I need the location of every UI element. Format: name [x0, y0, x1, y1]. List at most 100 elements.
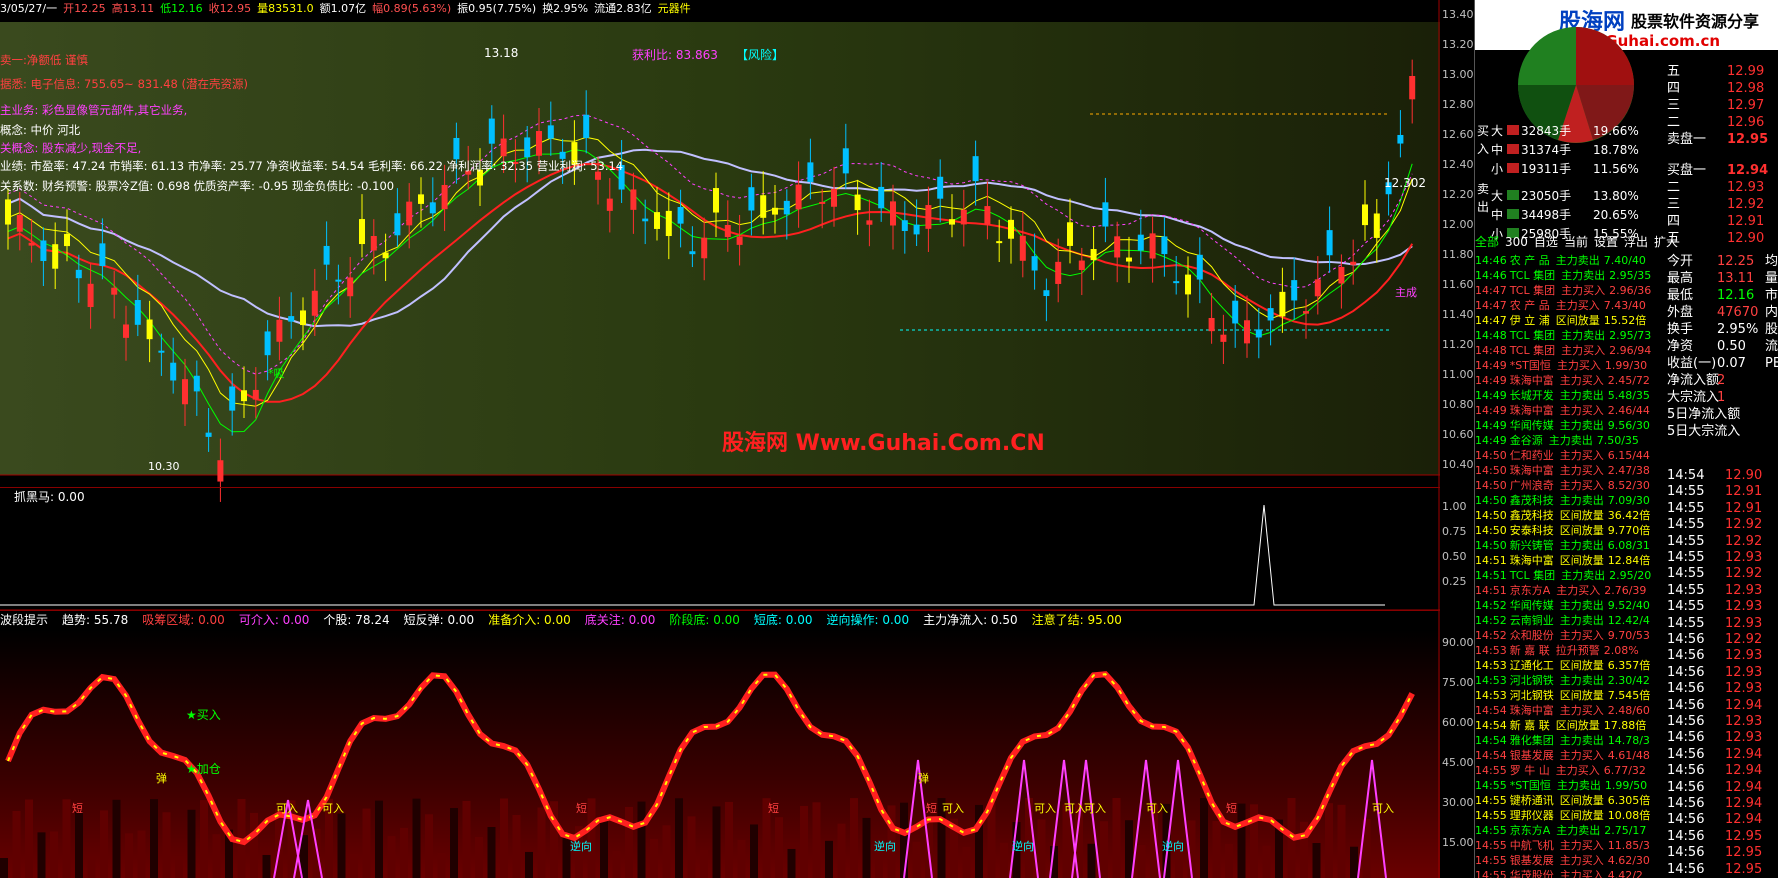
tick-row[interactable]: 14:55 理邦仪器 区间放量 10.08倍: [1475, 807, 1665, 822]
trade-price: 12.95: [1725, 828, 1763, 844]
trade-row[interactable]: 14:56 12.94: [1667, 747, 1778, 763]
trade-row[interactable]: 14:56 12.95: [1667, 829, 1778, 845]
tick-row[interactable]: 14:47 TCL 集团 主力买入 2.96/36: [1475, 282, 1665, 297]
tick-row[interactable]: 14:50 仁和药业 主力买入 6.15/44: [1475, 447, 1665, 462]
tab-2[interactable]: 自选: [1534, 235, 1558, 249]
tick-row[interactable]: 14:55 银基发展 主力买入 4.62/30: [1475, 852, 1665, 867]
volume-bar: [750, 824, 758, 878]
candle-body: [1291, 280, 1298, 301]
candle-body: [488, 118, 495, 144]
kline-chart-canvas[interactable]: [0, 0, 1440, 878]
candle-body: [52, 244, 59, 269]
tick-name: TCL 集团: [1509, 569, 1556, 582]
trade-row[interactable]: 14:56 12.92: [1667, 632, 1778, 648]
tick-row[interactable]: 14:50 新兴铸管 主力卖出 6.08/31: [1475, 537, 1665, 552]
tick-row[interactable]: 14:49 *ST国恒 主力买入 1.99/30: [1475, 357, 1665, 372]
tick-row[interactable]: 14:54 雅化集团 主力卖出 14.78/3: [1475, 732, 1665, 747]
tick-row[interactable]: 14:50 鑫茂科技 主力卖出 7.09/30: [1475, 492, 1665, 507]
tick-row[interactable]: 14:49 珠海中富 主力买入 2.46/44: [1475, 402, 1665, 417]
volume-bar: [800, 805, 808, 878]
tick-row[interactable]: 14:54 银基发展 主力买入 4.61/48: [1475, 747, 1665, 762]
tick-row[interactable]: 14:50 珠海中富 主力买入 2.47/38: [1475, 462, 1665, 477]
volume-bar: [537, 807, 546, 878]
trade-row[interactable]: 14:56 12.93: [1667, 648, 1778, 664]
tick-row[interactable]: 14:46 农 产 品主力卖出 7.40/40: [1475, 252, 1665, 267]
tick-row[interactable]: 14:52 华闻传媒 主力卖出 9.52/40: [1475, 597, 1665, 612]
trade-row[interactable]: 14:55 12.93: [1667, 583, 1778, 599]
tick-row[interactable]: 14:49 长城开发 主力卖出 5.48/35: [1475, 387, 1665, 402]
trade-row[interactable]: 14:55 12.91: [1667, 484, 1778, 500]
flow-row: 中 31374手 18.78%: [1491, 141, 1661, 158]
trade-row[interactable]: 14:56 12.94: [1667, 780, 1778, 796]
trade-row[interactable]: 14:56 12.94: [1667, 698, 1778, 714]
tick-row[interactable]: 14:48 TCL 集团 主力卖出 2.95/73: [1475, 327, 1665, 342]
tick-row[interactable]: 14:55 京东方A 主力卖出 2.75/17: [1475, 822, 1665, 837]
trade-row[interactable]: 14:54 12.90: [1667, 468, 1778, 484]
tick-row[interactable]: 14:53 新 嘉 联拉升预警 2.08%: [1475, 642, 1665, 657]
tick-row[interactable]: 14:49 金谷源 主力卖出 7.50/35: [1475, 432, 1665, 447]
candle-body: [288, 316, 295, 322]
volume-bar: [637, 801, 646, 878]
trade-row[interactable]: 14:56 12.93: [1667, 714, 1778, 730]
tick-row[interactable]: 14:55 *ST国恒 主力卖出 1.99/50: [1475, 777, 1665, 792]
tick-row[interactable]: 14:51 TCL 集团 主力卖出 2.95/20: [1475, 567, 1665, 582]
header-field: 换2.95%: [542, 2, 589, 15]
tick-row[interactable]: 14:51 珠海中富 区间放量 12.84倍: [1475, 552, 1665, 567]
tick-row[interactable]: 14:50 安泰科技 区间放量 9.770倍: [1475, 522, 1665, 537]
trade-row[interactable]: 14:56 12.93: [1667, 730, 1778, 746]
tick-row[interactable]: 14:51 京东方A 主力买入 2.76/39: [1475, 582, 1665, 597]
axis-tick: 12.00: [1442, 218, 1474, 231]
tab-5[interactable]: 浮出: [1624, 235, 1648, 249]
tick-row[interactable]: 14:49 珠海中富 主力买入 2.45/72: [1475, 372, 1665, 387]
trade-row[interactable]: 14:56 12.94: [1667, 796, 1778, 812]
tick-row[interactable]: 14:52 云南铜业 主力卖出 12.42/4: [1475, 612, 1665, 627]
tab-4[interactable]: 设置: [1594, 235, 1618, 249]
tick-row[interactable]: 14:55 中航飞机 主力买入 11.85/3: [1475, 837, 1665, 852]
tick-row[interactable]: 14:54 新 嘉 联区间放量 17.88倍: [1475, 717, 1665, 732]
tick-row[interactable]: 14:55 罗 牛 山主力买入 6.77/32: [1475, 762, 1665, 777]
candle-body: [795, 184, 802, 210]
tick-row[interactable]: 14:54 珠海中富 主力买入 2.48/60: [1475, 702, 1665, 717]
header-field: 3/05/27/一: [0, 2, 58, 15]
flow-pct: 20.65%: [1593, 208, 1639, 222]
tick-row[interactable]: 14:50 鑫茂科技 区间放量 36.42倍: [1475, 507, 1665, 522]
tab-1[interactable]: 300: [1505, 235, 1528, 249]
tick-row[interactable]: 14:52 众和股份 主力买入 9.70/53: [1475, 627, 1665, 642]
axis-tick: 12.40: [1442, 158, 1474, 171]
tick-time: 14:50: [1475, 539, 1507, 552]
tick-row[interactable]: 14:53 河北钢铁 区间放量 7.545倍: [1475, 687, 1665, 702]
tick-type: 主力卖出: [1556, 824, 1601, 837]
trade-row[interactable]: 14:56 12.94: [1667, 763, 1778, 779]
trade-row[interactable]: 14:56 12.93: [1667, 681, 1778, 697]
tab-0[interactable]: 全部: [1475, 235, 1499, 249]
trade-row[interactable]: 14:55 12.93: [1667, 616, 1778, 632]
candle-body: [323, 245, 330, 265]
tick-scroll-list[interactable]: 14:46 农 产 品主力卖出 7.40/40 14:46 TCL 集团 主力卖出 2.95…: [1475, 252, 1665, 878]
trade-row[interactable]: 14:56 12.95: [1667, 845, 1778, 861]
candle-body: [359, 219, 365, 245]
trade-row[interactable]: 14:56 12.94: [1667, 812, 1778, 828]
tick-row[interactable]: 14:50 广州浪奇 主力买入 8.52/30: [1475, 477, 1665, 492]
tick-row[interactable]: 14:47 伊 立 浦区间放量 15.52倍: [1475, 312, 1665, 327]
trade-row[interactable]: 14:55 12.93: [1667, 599, 1778, 615]
trade-row[interactable]: 14:55 12.91: [1667, 501, 1778, 517]
kline-chart-area[interactable]: 3/05/27/一 开12.25 高13.11 低12.16 收12.95 量83531.…: [0, 0, 1440, 878]
tick-row[interactable]: 14:53 河北钢铁 主力卖出 2.30/42: [1475, 672, 1665, 687]
trade-row[interactable]: 14:56 12.95: [1667, 862, 1778, 878]
volume-bar: [675, 798, 683, 878]
tick-row[interactable]: 14:49 华闻传媒 主力卖出 9.56/30: [1475, 417, 1665, 432]
tick-row[interactable]: 14:55 键桥通讯 区间放量 6.305倍: [1475, 792, 1665, 807]
trade-row[interactable]: 14:55 12.92: [1667, 534, 1778, 550]
info-line: 据悉: 电子信息: 755.65~ 831.48 (潜在壳资源): [0, 77, 248, 91]
tick-row[interactable]: 14:55 华茂股份 主力买入 4.42/2: [1475, 867, 1665, 878]
tick-row[interactable]: 14:48 TCL 集团 主力买入 2.96/94: [1475, 342, 1665, 357]
tick-row[interactable]: 14:47 农 产 品主力买入 7.43/40: [1475, 297, 1665, 312]
trade-row[interactable]: 14:55 12.92: [1667, 566, 1778, 582]
trade-row[interactable]: 14:55 12.93: [1667, 550, 1778, 566]
tab-3[interactable]: 当前: [1564, 235, 1588, 249]
tick-time: 14:50: [1475, 524, 1507, 537]
tick-row[interactable]: 14:46 TCL 集团 主力卖出 2.95/35: [1475, 267, 1665, 282]
tick-row[interactable]: 14:53 辽通化工 区间放量 6.357倍: [1475, 657, 1665, 672]
trade-row[interactable]: 14:55 12.92: [1667, 517, 1778, 533]
trade-row[interactable]: 14:56 12.93: [1667, 665, 1778, 681]
